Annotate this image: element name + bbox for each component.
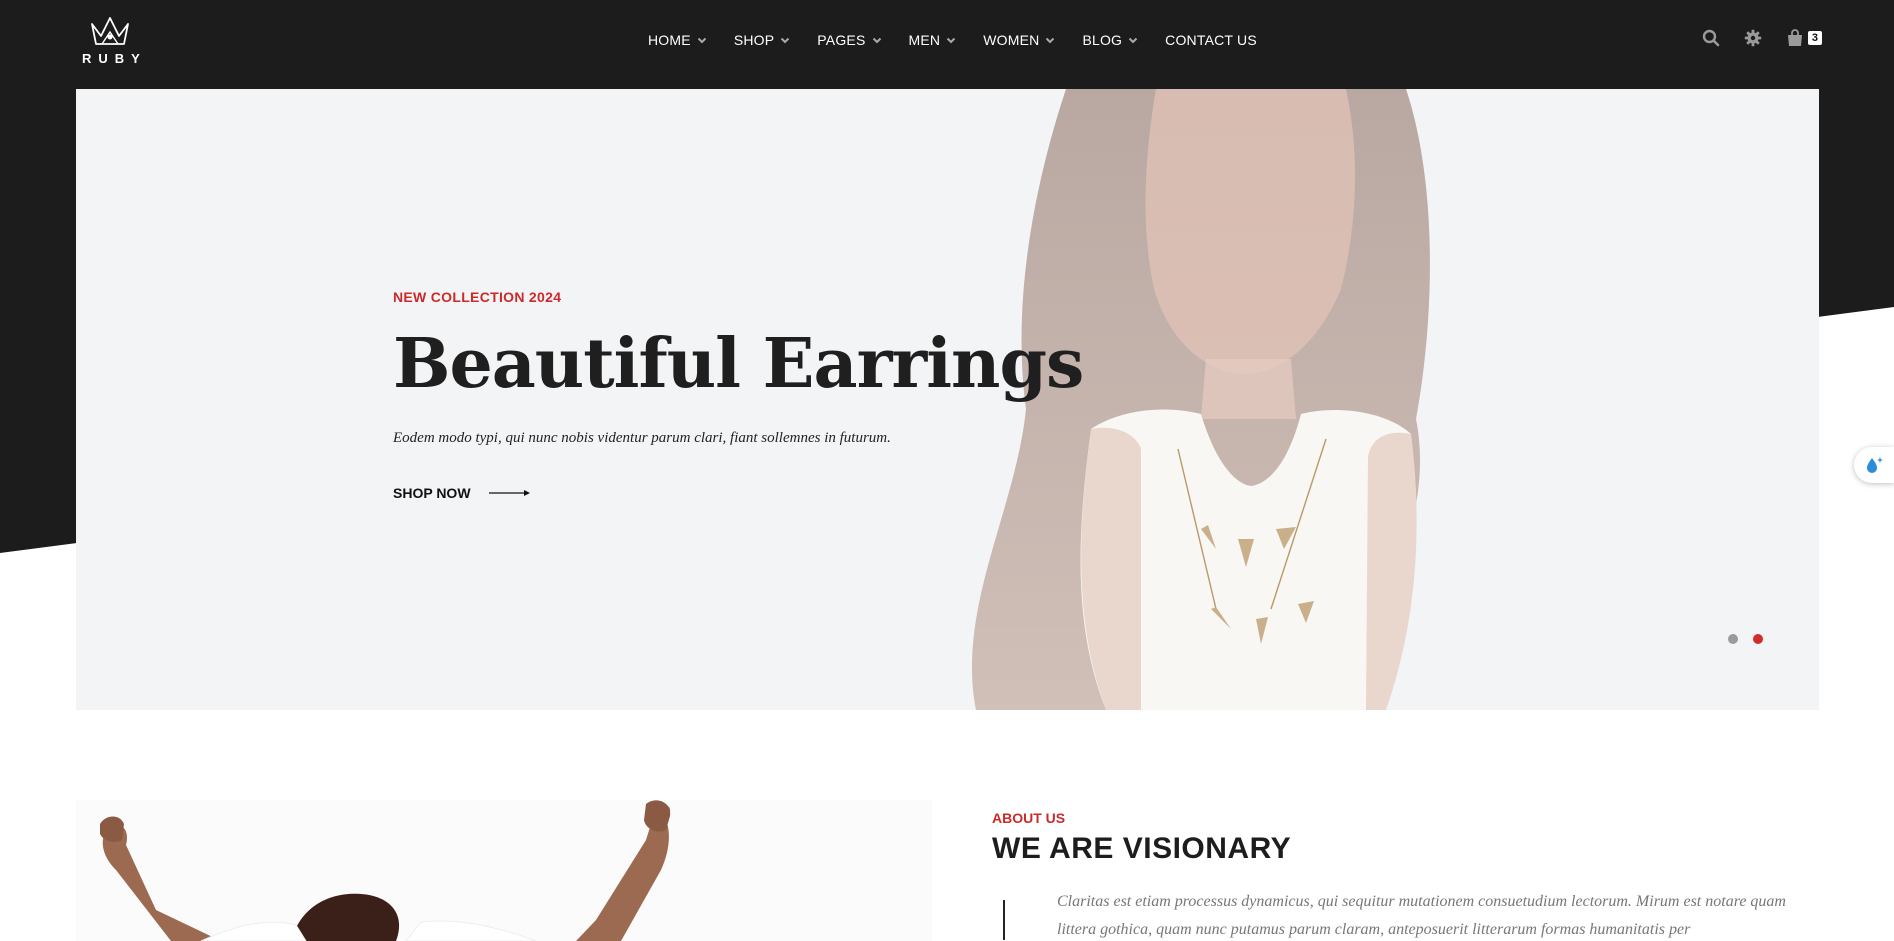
nav-label: WOMEN: [983, 32, 1040, 48]
chevron-down-icon: [781, 37, 790, 44]
droplet-sparkle-icon: [1867, 457, 1883, 473]
chevron-down-icon: [872, 37, 881, 44]
nav-label: BLOG: [1082, 32, 1123, 48]
quote-bar: [1003, 900, 1005, 940]
hero-title: Beautiful Earrings: [393, 324, 1084, 404]
about-eyebrow: ABOUT US: [992, 810, 1066, 826]
chevron-down-icon: [947, 37, 956, 44]
about-text: Claritas est etiam processus dynamicus, …: [1057, 893, 1786, 938]
slider-dot-1[interactable]: [1728, 634, 1738, 644]
shop-now-button[interactable]: SHOP NOW: [393, 485, 543, 501]
about-section: ABOUT US WE ARE VISIONARY Claritas est e…: [992, 810, 1822, 941]
chevron-down-icon: [1046, 37, 1055, 44]
theme-drop-button[interactable]: [1854, 447, 1894, 483]
hero-slider: NEW COLLECTION 2024 Beautiful Earrings E…: [76, 89, 1819, 710]
nav-label: MEN: [908, 32, 941, 48]
about-model-image: [76, 800, 932, 941]
about-quote: Claritas est etiam processus dynamicus, …: [992, 888, 1822, 941]
nav-item-pages[interactable]: PAGES: [817, 30, 882, 50]
chevron-down-icon: [697, 37, 707, 44]
search-icon[interactable]: [1701, 28, 1721, 48]
nav-item-blog[interactable]: BLOG: [1082, 30, 1139, 50]
shop-now-label: SHOP NOW: [393, 485, 471, 502]
nav-item-women[interactable]: WOMEN: [983, 30, 1056, 50]
nav-item-shop[interactable]: SHOP: [734, 30, 791, 50]
about-image: [76, 800, 932, 941]
slider-dot-2[interactable]: [1753, 634, 1763, 644]
nav-item-men[interactable]: MEN: [909, 30, 958, 50]
header-tools: 3: [1701, 28, 1822, 48]
crown-logo-icon: [91, 17, 129, 45]
main-nav: HOME SHOP PAGES MEN WOMEN BLOG CONTACT U…: [648, 30, 1257, 50]
nav-label: SHOP: [733, 32, 775, 48]
logo[interactable]: RUBY: [76, 14, 144, 66]
about-title: WE ARE VISIONARY: [992, 832, 1292, 865]
hero-eyebrow: NEW COLLECTION 2024: [393, 289, 562, 305]
nav-label: HOME: [648, 32, 691, 48]
nav-label: CONTACT US: [1165, 32, 1257, 48]
cart-button[interactable]: 3: [1785, 28, 1822, 48]
chevron-down-icon: [1128, 37, 1138, 44]
slider-dots: [1728, 634, 1763, 644]
shopping-bag-icon: [1787, 29, 1802, 46]
hero-subtitle: Eodem modo typi, qui nunc nobis videntur…: [393, 430, 891, 447]
logo-text: RUBY: [82, 51, 147, 66]
nav-label: PAGES: [817, 32, 866, 48]
nav-item-home[interactable]: HOME: [648, 30, 708, 50]
nav-item-contact-us[interactable]: CONTACT US: [1165, 30, 1257, 50]
arrow-right-icon: [488, 490, 530, 497]
site-header: RUBY HOME SHOP PAGES MEN WOMEN BLOG CONT…: [0, 0, 1894, 88]
cart-count-badge: 3: [1807, 31, 1822, 45]
gear-icon[interactable]: [1743, 28, 1763, 48]
hero-content: NEW COLLECTION 2024 Beautiful Earrings E…: [393, 289, 1093, 501]
